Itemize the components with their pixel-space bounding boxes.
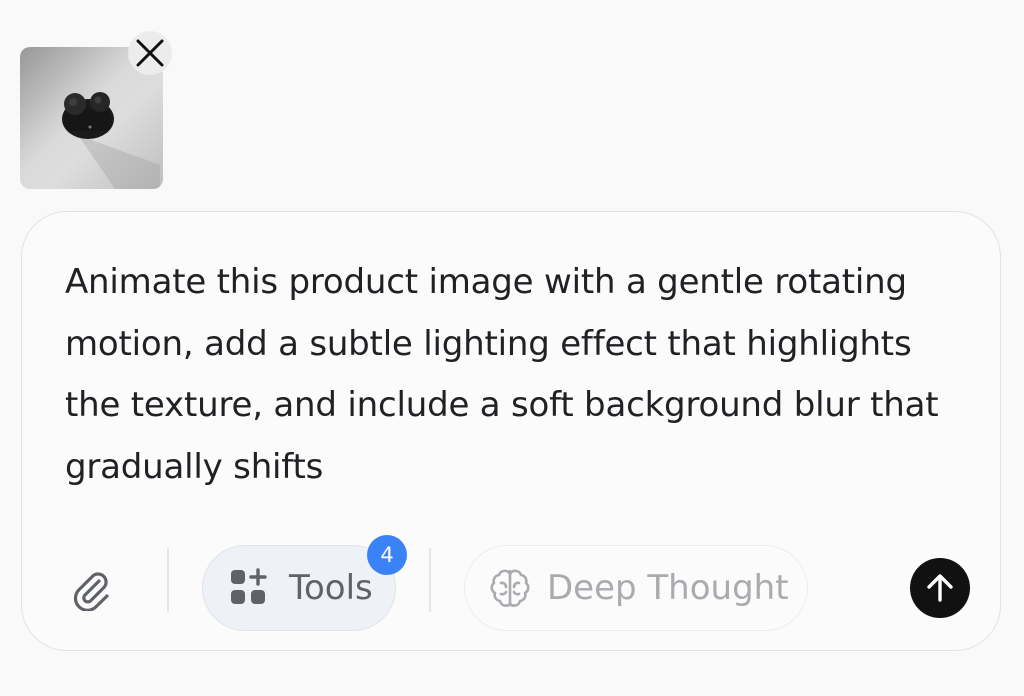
tools-label: Tools <box>289 568 373 608</box>
tools-count-badge: 4 <box>367 535 407 575</box>
toolbar-divider <box>429 548 431 612</box>
arrow-up-icon <box>927 574 953 602</box>
brain-icon <box>490 569 530 607</box>
toolbar-divider <box>167 548 169 612</box>
remove-attachment-button[interactable] <box>128 31 172 75</box>
close-icon <box>136 39 164 67</box>
prompt-composer: Animate this product image with a gentle… <box>21 211 1001 651</box>
prompt-input[interactable]: Animate this product image with a gentle… <box>65 252 945 498</box>
attachment-thumbnail[interactable] <box>20 31 172 189</box>
send-button[interactable] <box>910 558 970 618</box>
apps-add-icon <box>231 568 267 604</box>
attach-file-button[interactable] <box>67 565 115 613</box>
deep-thought-label: Deep Thought <box>547 568 789 608</box>
paperclip-icon <box>73 572 109 611</box>
deep-thought-toggle[interactable]: Deep Thought <box>464 545 808 631</box>
